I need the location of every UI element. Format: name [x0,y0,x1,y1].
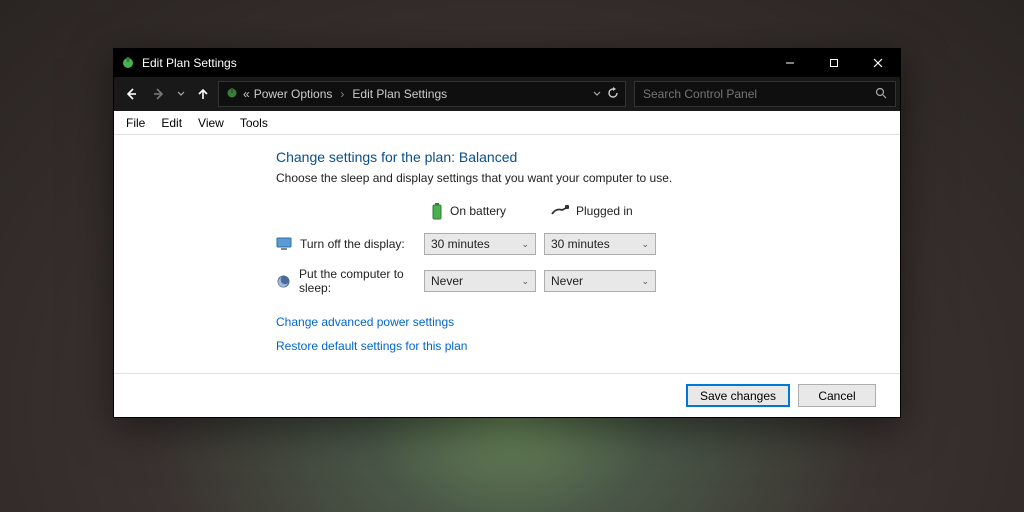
footer: Save changes Cancel [114,373,900,417]
control-panel-window: Edit Plan Settings « Power Options › Edi… [113,48,901,418]
power-icon [225,86,239,103]
close-button[interactable] [856,49,900,77]
sleep-plugged-dropdown[interactable]: Never ⌄ [544,270,656,292]
window-controls [768,49,900,77]
content-area: Change settings for the plan: Balanced C… [114,135,900,373]
col-on-battery: On battery [450,204,506,218]
links-section: Change advanced power settings Restore d… [276,315,836,353]
chevron-down-icon: ⌄ [521,239,529,250]
forward-button[interactable] [146,81,172,107]
plug-icon [550,204,570,218]
search-box[interactable] [634,81,896,107]
label-sleep: Put the computer to sleep: [299,267,424,295]
menu-view[interactable]: View [190,116,232,130]
address-bar[interactable]: « Power Options › Edit Plan Settings [218,81,626,107]
breadcrumb-edit-plan[interactable]: Edit Plan Settings [352,87,447,101]
breadcrumb-prefix: « [243,87,250,101]
chevron-down-icon: ⌄ [521,276,529,287]
menu-bar: File Edit View Tools [114,111,900,135]
display-battery-value: 30 minutes [431,237,490,251]
titlebar[interactable]: Edit Plan Settings [114,49,900,77]
up-button[interactable] [190,81,216,107]
sleep-plugged-value: Never [551,274,583,288]
minimize-button[interactable] [768,49,812,77]
back-button[interactable] [118,81,144,107]
link-advanced-settings[interactable]: Change advanced power settings [276,315,836,329]
search-icon[interactable] [875,87,887,102]
row-turn-off-display: Turn off the display: 30 minutes ⌄ 30 mi… [276,233,836,255]
navigation-bar: « Power Options › Edit Plan Settings [114,77,900,111]
search-input[interactable] [643,87,875,101]
menu-edit[interactable]: Edit [153,116,190,130]
menu-tools[interactable]: Tools [232,116,276,130]
display-plugged-value: 30 minutes [551,237,610,251]
page-heading: Change settings for the plan: Balanced [276,149,836,165]
monitor-icon [276,237,292,251]
row-sleep: Put the computer to sleep: Never ⌄ Never… [276,267,836,295]
maximize-button[interactable] [812,49,856,77]
col-plugged-in: Plugged in [576,204,633,218]
sleep-battery-dropdown[interactable]: Never ⌄ [424,270,536,292]
page-subtext: Choose the sleep and display settings th… [276,171,836,185]
label-turn-off-display: Turn off the display: [300,237,405,251]
breadcrumb-power-options[interactable]: Power Options [254,87,333,101]
cancel-button[interactable]: Cancel [798,384,876,407]
moon-icon [276,274,291,289]
display-plugged-dropdown[interactable]: 30 minutes ⌄ [544,233,656,255]
link-restore-defaults[interactable]: Restore default settings for this plan [276,339,836,353]
sleep-battery-value: Never [431,274,463,288]
app-icon [120,55,136,71]
chevron-right-icon: › [340,87,344,101]
recent-dropdown[interactable] [174,81,188,107]
menu-file[interactable]: File [118,116,153,130]
address-dropdown-icon[interactable] [593,87,601,101]
display-battery-dropdown[interactable]: 30 minutes ⌄ [424,233,536,255]
column-headers: On battery Plugged in [276,199,836,223]
battery-icon [430,202,444,220]
chevron-down-icon: ⌄ [641,276,649,287]
window-title: Edit Plan Settings [142,56,237,70]
refresh-button[interactable] [607,87,619,102]
save-button[interactable]: Save changes [686,384,790,407]
chevron-down-icon: ⌄ [641,239,649,250]
